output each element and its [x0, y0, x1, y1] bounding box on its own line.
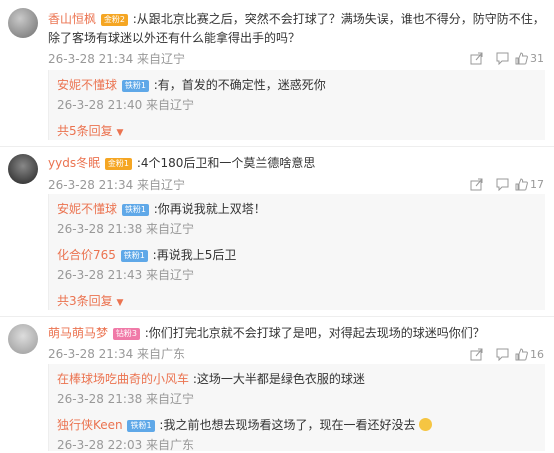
reply-username[interactable]: 化合价765: [57, 248, 116, 262]
reply-meta: 26-3-28 21:40 来自辽宁: [57, 98, 195, 112]
comment-actions: 17: [463, 177, 544, 191]
comment-meta: 26-3-28 21:34 来自辽宁: [48, 52, 186, 66]
divider: [0, 316, 554, 317]
like-icon: [515, 347, 528, 360]
reply-username[interactable]: 安妮不懂球: [57, 78, 117, 92]
reply-meta: 26-3-28 22:03 来自广东: [57, 438, 195, 452]
chevron-down-icon: ▼: [116, 128, 124, 138]
reply-username[interactable]: 在棒球场吃曲奇的小风车: [57, 372, 189, 386]
comment-icon[interactable]: [489, 177, 515, 191]
reply: 安妮不懂球 铁粉1 :有，首发的不确定性，迷惑死你: [57, 76, 326, 93]
reply: 化合价765 铁粉1 :再说我上5后卫: [57, 246, 236, 263]
reply-text: :我之前也想去现场看这场了，现在一看还好没去: [159, 418, 416, 432]
reply: 独行侠Keen 铁粉1 :我之前也想去现场看这场了，现在一看还好没去: [57, 416, 433, 433]
like-icon: [515, 51, 528, 64]
reply-text: :你再说我就上双塔！: [153, 202, 266, 216]
fan-badge[interactable]: 铁粉1: [120, 250, 148, 262]
like-button[interactable]: 16: [515, 347, 544, 361]
reply-meta: 26-3-28 21:38 来自辽宁: [57, 222, 195, 236]
comment-text: :你们打完北京就不会打球了是吧，对得起去现场的球迷吗你们？: [144, 326, 485, 340]
like-count: 31: [530, 51, 544, 65]
comment-text: :从跟北京比赛之后，突然不会打球了？满场失误，谁也不得分，防守防不住，: [132, 12, 545, 26]
like-button[interactable]: 17: [515, 177, 544, 191]
like-icon: [515, 177, 528, 190]
reply-username[interactable]: 独行侠Keen: [57, 418, 123, 432]
share-icon[interactable]: [463, 177, 489, 191]
fan-badge[interactable]: 铁粉1: [121, 204, 149, 216]
reply-text: :再说我上5后卫: [152, 248, 237, 262]
comment-meta: 26-3-28 21:34 来自广东: [48, 347, 186, 361]
smile-emoji-icon: [419, 418, 433, 431]
avatar[interactable]: [8, 8, 38, 38]
fan-badge[interactable]: 金粉2: [100, 14, 128, 26]
comment-meta: 26-3-28 21:34 来自辽宁: [48, 178, 186, 192]
share-icon[interactable]: [463, 347, 489, 361]
avatar[interactable]: [8, 154, 38, 184]
divider: [0, 146, 554, 147]
fan-badge[interactable]: 铁粉1: [127, 420, 155, 432]
reply-text: :有，首发的不确定性，迷惑死你: [153, 78, 326, 92]
comment-icon[interactable]: [489, 347, 515, 361]
comment-text-cont: 除了客场有球迷以外还有什么能拿得出手的吗？: [48, 31, 301, 45]
fan-badge[interactable]: 金粉1: [104, 158, 132, 170]
comment-username[interactable]: 香山恒枫: [48, 12, 96, 26]
comment-icon[interactable]: [489, 51, 515, 65]
fan-badge[interactable]: 铁粉1: [121, 80, 149, 92]
reply-meta: 26-3-28 21:43 来自辽宁: [57, 268, 195, 282]
reply-list: 安妮不懂球 铁粉1 :你再说我就上双塔！ 26-3-28 21:38 来自辽宁 …: [48, 194, 545, 310]
like-button[interactable]: 31: [515, 51, 544, 65]
reply: 在棒球场吃曲奇的小风车 :这场一大半都是绿色衣服的球迷: [57, 370, 365, 387]
reply: 安妮不懂球 铁粉1 :你再说我就上双塔！: [57, 200, 266, 217]
more-replies-link[interactable]: 共5条回复 ▼: [57, 122, 123, 139]
comment-username[interactable]: yyds冬眠: [48, 156, 100, 170]
reply-text: :这场一大半都是绿色衣服的球迷: [192, 372, 365, 386]
reply-username[interactable]: 安妮不懂球: [57, 202, 117, 216]
chevron-down-icon: ▼: [116, 298, 124, 308]
more-replies-link[interactable]: 共3条回复 ▼: [57, 292, 123, 309]
avatar[interactable]: [8, 324, 38, 354]
reply-meta: 26-3-28 21:38 来自辽宁: [57, 392, 195, 406]
fan-badge[interactable]: 钻粉3: [112, 328, 140, 340]
comment-username[interactable]: 萌马萌马梦: [48, 326, 108, 340]
comment-actions: 16: [463, 347, 544, 361]
comment-text: :4个180后卫和一个莫兰德啥意思: [136, 156, 316, 170]
reply-list: 安妮不懂球 铁粉1 :有，首发的不确定性，迷惑死你 26-3-28 21:40 …: [48, 70, 545, 140]
reply-list: 在棒球场吃曲奇的小风车 :这场一大半都是绿色衣服的球迷 26-3-28 21:3…: [48, 364, 545, 452]
share-icon[interactable]: [463, 51, 489, 65]
comment-actions: 31: [463, 51, 544, 65]
like-count: 17: [530, 177, 544, 191]
like-count: 16: [530, 347, 544, 361]
